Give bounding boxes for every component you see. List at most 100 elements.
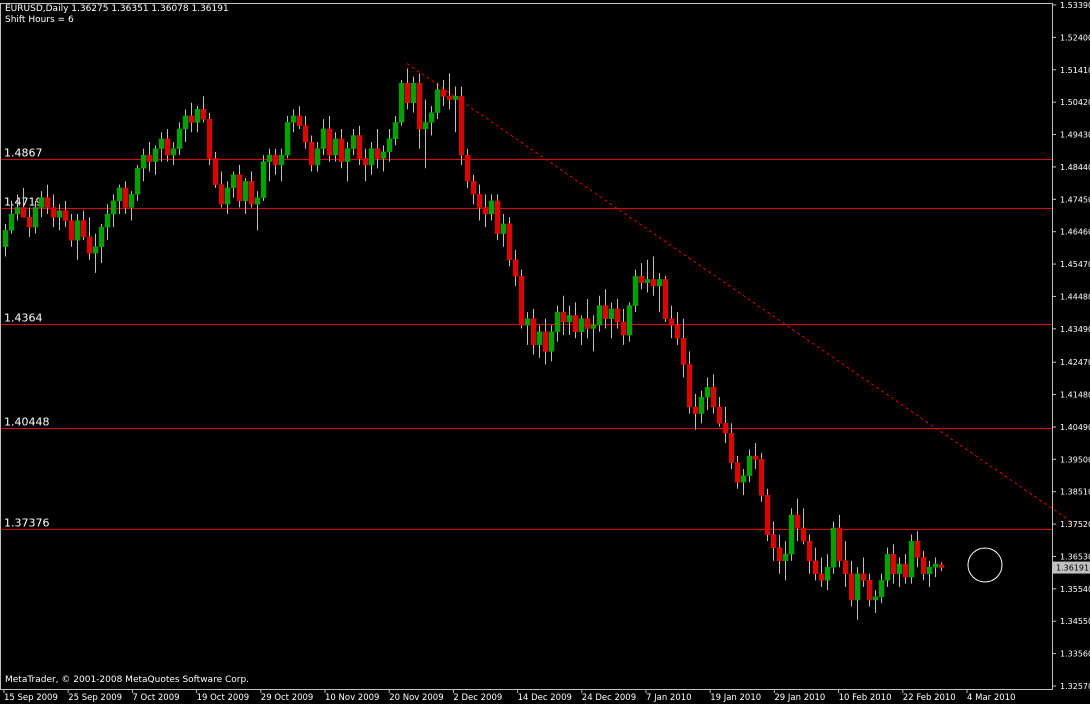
candle-body (824, 567, 831, 581)
candle-24 (146, 142, 153, 172)
candle-127 (764, 488, 771, 542)
candle-45 (272, 148, 279, 175)
candle-80 (482, 194, 489, 228)
y-tick-label: 1.39500 (1060, 455, 1090, 464)
candle-125 (752, 442, 759, 470)
candle-107 (644, 259, 651, 293)
candle-body (572, 315, 579, 333)
candle-body (902, 563, 909, 578)
candle-0 (2, 223, 9, 257)
candle-body (524, 318, 531, 326)
candles-layer (2, 68, 945, 620)
candle-body (458, 96, 465, 156)
candle-95 (572, 302, 579, 339)
candle-70 (422, 99, 429, 169)
candle-81 (488, 194, 495, 221)
candle-body (86, 236, 93, 254)
candle-body (920, 557, 927, 575)
candle-body (56, 210, 63, 218)
candle-body (584, 318, 591, 329)
candle-118 (710, 374, 717, 414)
candle-10 (62, 200, 69, 228)
candle-body (26, 217, 33, 228)
candle-body (116, 187, 123, 202)
candle-15 (92, 233, 99, 273)
candle-body (566, 315, 573, 323)
candle-body (410, 82, 417, 104)
candle-body (770, 534, 777, 548)
candle-156 (938, 562, 945, 572)
candle-55 (332, 132, 339, 162)
candle-98 (590, 315, 597, 352)
candle-body (368, 148, 375, 166)
candle-143 (860, 557, 867, 587)
candle-79 (476, 184, 483, 221)
y-tick-label: 1.34550 (1060, 617, 1090, 626)
candle-body (890, 553, 897, 575)
candle-body (44, 197, 51, 208)
candle-75 (452, 86, 459, 133)
candle-60 (362, 148, 369, 182)
y-tick-label: 1.41480 (1060, 391, 1090, 400)
y-tick-label: 1.33560 (1060, 650, 1090, 659)
x-tick-label: 15 Sep 2009 (4, 693, 58, 703)
candle-87 (524, 312, 531, 345)
y-tick-label: 1.40490 (1060, 423, 1090, 432)
candle-body (782, 553, 789, 561)
candle-body (614, 308, 621, 323)
candle-48 (290, 109, 297, 133)
candle-body (752, 455, 759, 460)
y-tick-label: 1.47450 (1060, 195, 1090, 204)
candle-148 (890, 544, 897, 584)
candle-37 (224, 181, 231, 215)
y-tick-label: 1.45470 (1060, 260, 1090, 269)
candle-133 (800, 508, 807, 545)
candle-85 (512, 249, 519, 286)
candle-body (2, 230, 9, 247)
candle-64 (386, 128, 393, 162)
candle-104 (626, 302, 633, 342)
candle-body (92, 246, 99, 254)
candle-97 (584, 299, 591, 339)
candle-body (788, 514, 795, 555)
candle-body (272, 154, 279, 166)
candle-body (884, 553, 891, 581)
candle-body (596, 305, 603, 326)
candle-body (68, 220, 75, 241)
candle-144 (866, 573, 873, 607)
candle-11 (68, 214, 75, 247)
candle-body (500, 223, 507, 234)
candle-21 (128, 191, 135, 221)
candle-body (38, 197, 45, 208)
candle-body (488, 200, 495, 215)
candle-body (200, 109, 207, 120)
candle-body (818, 573, 825, 581)
candle-121 (728, 423, 735, 470)
candle-body (812, 560, 819, 575)
candle-body (134, 167, 141, 195)
candle-body (20, 207, 27, 218)
y-tick-label: 1.44480 (1060, 292, 1090, 301)
candle-113 (680, 318, 687, 378)
price-chart[interactable]: 1.48671.47191.43641.404481.37376 1.53390… (0, 0, 1090, 704)
candle-101 (608, 302, 615, 339)
x-tick-label: 2 Dec 2009 (453, 693, 502, 703)
candle-body (374, 148, 381, 159)
candle-body (320, 128, 327, 149)
candle-43 (260, 155, 267, 201)
candle-108 (650, 256, 657, 296)
candle-58 (350, 128, 357, 156)
candle-body (764, 495, 771, 535)
candle-body (512, 259, 519, 277)
candle-body (236, 174, 243, 202)
candle-body (650, 279, 657, 287)
candle-49 (296, 106, 303, 129)
candle-141 (848, 560, 855, 607)
candle-44 (266, 148, 273, 182)
candle-body (164, 138, 171, 156)
candle-34 (206, 112, 213, 165)
candle-body (794, 514, 801, 529)
candle-body (674, 324, 681, 339)
candle-body (470, 181, 477, 195)
candle-body (416, 82, 423, 130)
